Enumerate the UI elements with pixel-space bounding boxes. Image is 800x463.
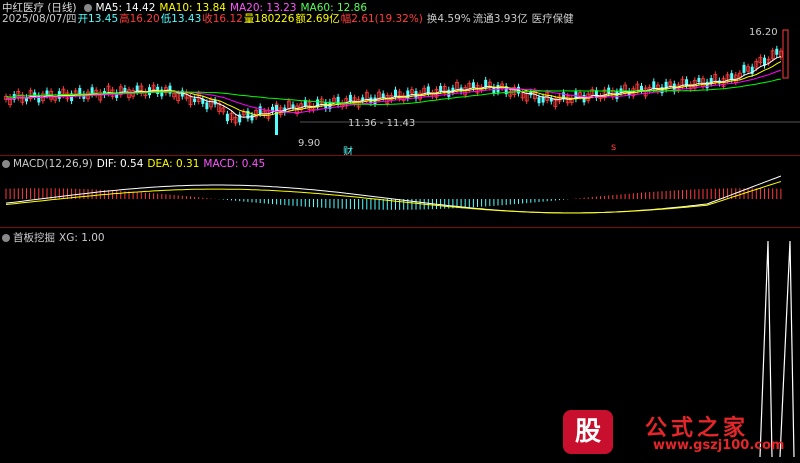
indicator-title[interactable]: 首板挖掘 xyxy=(13,232,55,244)
watermark-url: www.gszj100.com xyxy=(653,438,785,453)
range-annotation: 11.36 - 11.43 xyxy=(348,118,416,129)
candle-down xyxy=(697,77,701,83)
macd-header: MACD(12,26,9) DIF: 0.54 DEA: 0.31 MACD: 0.4… xyxy=(2,158,265,170)
s-marker[interactable]: s xyxy=(611,142,616,153)
candle-down xyxy=(537,97,541,104)
candle-down xyxy=(607,87,611,94)
candle-down xyxy=(250,114,254,121)
candle-down xyxy=(705,81,709,89)
candle-down xyxy=(37,95,41,103)
candle-down xyxy=(730,73,734,80)
dif-value: DIF: 0.54 xyxy=(96,158,144,170)
candle-down xyxy=(348,94,352,102)
xg-value: XG: 1.00 xyxy=(59,232,105,244)
candle-down xyxy=(619,88,623,93)
candle-down xyxy=(123,87,127,91)
candle-down xyxy=(775,48,779,55)
watermark: 股 公式之家 www.gszj100.com xyxy=(555,410,800,463)
macd-value: MACD: 0.45 xyxy=(203,158,266,170)
dea-value: DEA: 0.31 xyxy=(147,158,200,170)
candle-down xyxy=(652,81,656,89)
candle-down xyxy=(394,89,397,97)
candle-down xyxy=(205,102,209,110)
candle-down xyxy=(381,93,385,98)
kline-chart[interactable] xyxy=(0,0,800,155)
candle-down xyxy=(660,87,664,94)
kline-pane[interactable]: 16.20 9.90 11.36 - 11.43 财 s xyxy=(0,0,800,158)
candle-down xyxy=(447,89,451,97)
macd-title[interactable]: MACD(12,26,9) xyxy=(13,158,93,170)
settings-icon[interactable] xyxy=(2,159,10,168)
candle-down xyxy=(471,82,475,88)
candle-down xyxy=(258,106,262,114)
candle-down xyxy=(225,113,229,122)
candle-up xyxy=(782,29,789,79)
candle-down xyxy=(275,105,278,135)
low-annotation: 9.90 xyxy=(298,138,321,149)
indicator-header: 首板挖掘 XG: 1.00 xyxy=(2,230,105,245)
candle-down xyxy=(193,98,197,103)
macd-pane[interactable]: MACD(12,26,9) DIF: 0.54 DEA: 0.31 MACD: 0.4… xyxy=(0,155,800,227)
candle-down xyxy=(582,94,586,103)
dif-line xyxy=(5,175,782,214)
high-annotation: 16.20 xyxy=(749,27,778,38)
settings-icon[interactable] xyxy=(2,233,10,242)
candle-down xyxy=(742,64,746,73)
candle-down xyxy=(439,85,443,92)
watermark-logo: 股 xyxy=(563,410,613,454)
candle-down xyxy=(291,104,295,108)
